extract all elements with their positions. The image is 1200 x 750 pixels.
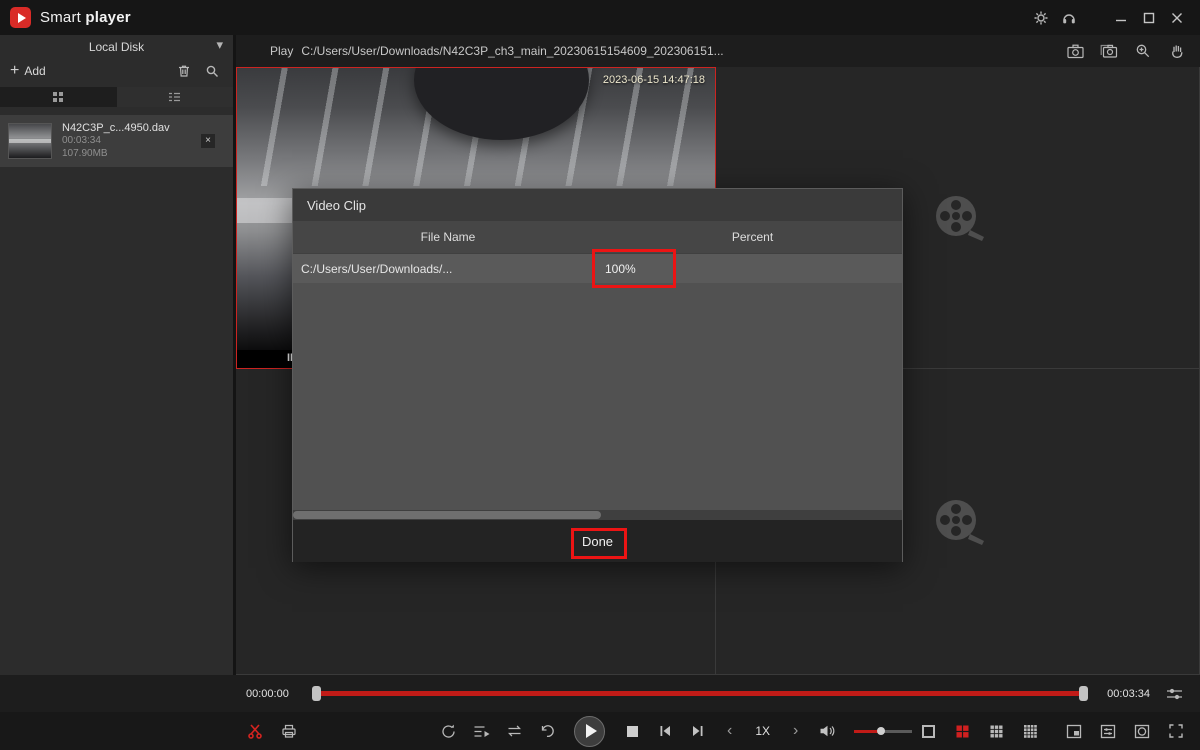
volume-knob[interactable] [877,727,885,735]
grid-view-icon[interactable] [0,87,117,107]
play-button[interactable] [574,716,605,747]
next-frame-icon[interactable] [688,720,708,742]
dialog-footer: Done [293,520,902,562]
table-row[interactable]: C:/Users/User/Downloads/... 100% [293,254,902,283]
horizontal-scrollbar[interactable] [293,510,902,520]
play-label: Play [270,44,293,58]
sync-play-icon[interactable] [438,720,458,742]
file-info: N42C3P_c...4950.dav 00:03:34 107.90MB [62,122,170,161]
titlebar: Smart player [0,0,1200,35]
play-list-icon[interactable] [471,720,491,742]
speed-value: 1X [751,724,774,738]
film-reel-icon [929,494,987,550]
file-duration: 00:03:34 [62,135,170,148]
fisheye-icon[interactable] [1132,720,1152,742]
maximize-icon[interactable] [1136,5,1162,31]
window-buttons [1108,5,1190,31]
clip-file-path: C:/Users/User/Downloads/... [293,262,603,276]
video-clip-dialog: Video Clip File Name Percent C:/Users/Us… [292,188,903,562]
undo-icon[interactable] [537,720,557,742]
minimize-icon[interactable] [1108,5,1134,31]
view-toggle [0,87,233,107]
close-icon[interactable] [1164,5,1190,31]
speed-up-button[interactable]: › [787,723,804,739]
volume-slider[interactable] [854,725,912,737]
center-controls: ‹ 1X › [438,712,912,750]
hand-icon[interactable] [1166,40,1188,62]
current-file-path: C:/Users/User/Downloads/N42C3P_ch3_main_… [301,44,723,58]
speed-down-button[interactable]: ‹ [721,723,738,739]
smart-player-window: Smart player [0,0,1200,750]
remove-file-icon[interactable]: × [201,134,215,148]
gear-icon[interactable] [1028,5,1054,31]
zoom-in-icon[interactable] [1132,40,1154,62]
timeline-bar: 00:00:00 00:03:34 [0,675,1200,712]
play-icon [586,724,597,738]
source-label: Local Disk [89,40,144,54]
scrollbar-thumb[interactable] [293,511,601,519]
seek-bar[interactable] [312,686,1088,701]
headset-icon[interactable] [1056,5,1082,31]
full-window-icon[interactable] [1064,720,1084,742]
print-icon[interactable] [279,720,299,742]
control-bar: ‹ 1X › [0,712,1200,750]
sidebar: Local Disk ▾ + Add [0,35,233,675]
file-thumbnail [8,123,52,159]
column-percent: Percent [603,230,902,244]
total-time: 00:03:34 [1100,688,1150,700]
one-split-icon[interactable] [918,720,938,742]
prev-frame-icon[interactable] [655,720,675,742]
done-button[interactable]: Done [570,530,625,553]
timeline-settings-icon[interactable] [1164,684,1184,704]
seek-track[interactable] [312,691,1088,696]
multi-snapshot-icon[interactable] [1098,40,1120,62]
clip-icon[interactable] [245,720,265,742]
dialog-table-header: File Name Percent [293,221,902,254]
caret-down-icon[interactable]: ▾ [216,37,223,53]
image-adjust-icon[interactable] [1098,720,1118,742]
nine-split-icon[interactable] [986,720,1006,742]
list-item[interactable]: N42C3P_c...4950.dav 00:03:34 107.90MB × [0,115,233,167]
add-icon: + [10,63,19,79]
list-view-icon[interactable] [117,87,234,107]
elapsed-time: 00:00:00 [246,688,300,700]
clip-percent: 100% [605,262,636,276]
left-controls [245,712,299,750]
clip-start-handle[interactable] [312,686,321,701]
file-size: 107.90MB [62,148,170,161]
clip-end-handle[interactable] [1079,686,1088,701]
column-file-name: File Name [293,230,603,244]
app-logo-icon [10,7,31,28]
video-timestamp: 2023-06-15 14:47:18 [603,74,705,86]
right-controls [918,712,1186,750]
sidebar-actions: + Add [0,59,233,83]
trash-icon[interactable] [173,61,195,81]
volume-icon[interactable] [817,720,837,742]
stop-button[interactable] [622,720,642,742]
add-file-button[interactable]: + Add [10,63,46,79]
add-label: Add [24,64,45,78]
dialog-table-body: C:/Users/User/Downloads/... 100% [293,254,902,510]
film-reel-icon [929,190,987,246]
playbar: Play C:/Users/User/Downloads/N42C3P_ch3_… [236,35,1200,67]
sixteen-split-icon[interactable] [1020,720,1040,742]
fullscreen-icon[interactable] [1166,720,1186,742]
dialog-title: Video Clip [293,189,902,221]
four-split-icon[interactable] [952,720,972,742]
snapshot-icon[interactable] [1064,40,1086,62]
repeat-icon[interactable] [504,720,524,742]
app-title: Smart player [40,9,131,26]
file-name: N42C3P_c...4950.dav [62,122,170,136]
search-icon[interactable] [201,61,223,81]
source-selector[interactable]: Local Disk ▾ [0,35,233,59]
